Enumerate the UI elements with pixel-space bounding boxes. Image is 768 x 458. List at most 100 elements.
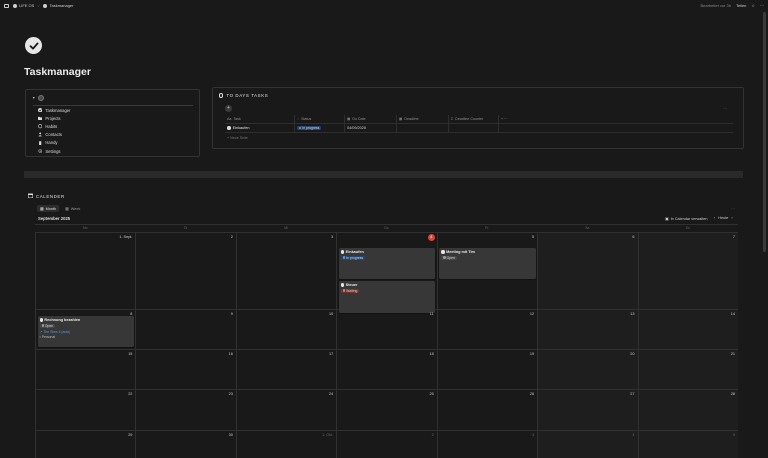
nav-circle-icon bbox=[38, 95, 45, 101]
calendar-day[interactable]: 6 bbox=[537, 233, 638, 309]
status-label: Open bbox=[446, 255, 455, 260]
day-number: 23 bbox=[228, 392, 233, 396]
day-number: 22 bbox=[128, 392, 133, 396]
status-label: Waiting bbox=[346, 288, 358, 293]
calendar-day[interactable]: 23 bbox=[135, 390, 235, 430]
nav-item-label: Habits bbox=[45, 123, 58, 129]
calendar-day[interactable]: 22 bbox=[35, 390, 135, 430]
check-circle-icon bbox=[340, 250, 345, 254]
event-steuer[interactable]: Steuer Waiting bbox=[338, 281, 436, 313]
calendar-day[interactable]: 11 bbox=[336, 310, 436, 349]
calendar-day[interactable]: 24 bbox=[235, 390, 336, 430]
event-relation-link[interactable]: ↗ The Sims 4 (auto) bbox=[40, 330, 132, 334]
do-date-cell[interactable]: 04/09/2025 bbox=[345, 124, 397, 132]
nav-item-taskmanager[interactable]: Taskmanager bbox=[33, 106, 193, 114]
calendar-day[interactable]: 9 bbox=[135, 310, 235, 349]
tab-week[interactable]: ▦ Week bbox=[62, 205, 83, 212]
nav-item-settings[interactable]: Settings bbox=[33, 147, 193, 155]
calendar-day[interactable]: 27 bbox=[537, 390, 638, 430]
nav-item-habits[interactable]: Habits bbox=[33, 122, 193, 130]
calendar-day[interactable]: 3 bbox=[436, 431, 537, 458]
status-cell[interactable]: In progress bbox=[295, 124, 345, 132]
task-cell[interactable]: Einkaufen bbox=[225, 124, 295, 132]
calendar-day[interactable]: 15 bbox=[35, 350, 135, 389]
calendar-day[interactable]: 5 Meeting mit Tim Open bbox=[436, 233, 537, 309]
day-number: 27 bbox=[630, 392, 635, 396]
toggle-triangle-icon[interactable]: ▼ bbox=[32, 96, 35, 100]
add-task-button[interactable]: + bbox=[225, 105, 232, 112]
day-number: 2 bbox=[431, 433, 434, 437]
calendar-day[interactable]: 2 bbox=[336, 431, 436, 458]
calendar-day[interactable]: 30 bbox=[135, 431, 235, 458]
chevron-left-icon[interactable]: ‹ bbox=[714, 216, 715, 220]
col-status[interactable]: ◌ Status bbox=[295, 115, 345, 123]
event-rechnung-bezahlen[interactable]: Rechnung bezahlen Open ↗ The Sims 4 (auto… bbox=[37, 316, 134, 347]
calendar-day[interactable]: 29 bbox=[35, 431, 135, 458]
calendar-day[interactable]: 26 bbox=[436, 390, 537, 430]
calendar-day[interactable]: 1. Okt. bbox=[235, 431, 336, 458]
status-dot-icon bbox=[443, 256, 446, 259]
calendar-day[interactable]: 4 bbox=[537, 431, 638, 458]
calendar-day[interactable]: 4 Einkaufen In progress Steuer Waiting bbox=[336, 233, 436, 313]
more-icon[interactable]: ⋯ bbox=[760, 3, 764, 8]
breadcrumb-taskmanager[interactable]: Taskmanager bbox=[43, 3, 73, 8]
table-row[interactable]: Einkaufen In progress 04/09/2025 bbox=[225, 124, 733, 133]
more-icon[interactable]: ⋯ bbox=[723, 106, 727, 111]
page-scrollbar[interactable] bbox=[763, 12, 766, 252]
sidebar-toggle-icon[interactable] bbox=[4, 3, 9, 8]
event-title: Meeting mit Tim bbox=[446, 250, 475, 254]
nav-item-handy[interactable]: Handy bbox=[33, 139, 193, 147]
page-icon[interactable] bbox=[25, 37, 42, 54]
day-number: 6 bbox=[632, 235, 635, 239]
calendar-day[interactable]: 5 bbox=[637, 431, 738, 458]
breadcrumb-lifeos[interactable]: LIFE OS bbox=[13, 3, 34, 8]
event-einkaufen[interactable]: Einkaufen In progress bbox=[338, 248, 436, 279]
calendar-day[interactable]: 14 bbox=[637, 310, 738, 349]
status-tag: In progress bbox=[340, 255, 366, 261]
status-label: In progress bbox=[302, 125, 320, 130]
calendar-day[interactable]: 19 bbox=[436, 350, 537, 389]
day-number: 28 bbox=[730, 392, 735, 396]
calendar-title: CALENDER bbox=[36, 193, 65, 199]
calendar-day[interactable]: 12 bbox=[436, 310, 537, 349]
star-icon[interactable]: ☆ bbox=[751, 3, 755, 8]
calendar-week: 15 16 17 18 19 20 21 bbox=[35, 349, 738, 389]
day-number: 18 bbox=[429, 352, 434, 356]
today-button[interactable]: Heute bbox=[718, 216, 728, 220]
calendar-day[interactable]: 17 bbox=[235, 350, 336, 389]
deadline-cell[interactable] bbox=[397, 124, 449, 132]
nav-item-contacts[interactable]: Contacts bbox=[33, 131, 193, 139]
add-column-button[interactable]: + ⋯ bbox=[499, 115, 515, 123]
calendar-day[interactable]: 2 bbox=[135, 233, 235, 309]
calendar-day[interactable]: 1. Sept. bbox=[35, 233, 135, 309]
chevron-right-icon[interactable]: › bbox=[731, 216, 732, 220]
calendar-more-icon[interactable]: ⋯ bbox=[731, 206, 735, 211]
calendar-day[interactable]: 16 bbox=[135, 350, 235, 389]
calendar-day[interactable]: 18 bbox=[336, 350, 436, 389]
share-button[interactable]: Teilen bbox=[736, 3, 746, 8]
day-number: 13 bbox=[630, 312, 635, 316]
open-in-calendar-button[interactable]: ▣ In Calendar verwalten bbox=[665, 216, 708, 222]
calendar-day[interactable]: 13 bbox=[537, 310, 638, 349]
calendar-day[interactable]: 28 bbox=[637, 390, 738, 430]
calendar-day[interactable]: 3 bbox=[235, 233, 336, 309]
tab-month[interactable]: ▦ Month bbox=[37, 205, 60, 212]
calendar-day[interactable]: 21 bbox=[637, 350, 738, 389]
calendar-day[interactable]: 20 bbox=[537, 350, 638, 389]
event-meeting-mit-tim[interactable]: Meeting mit Tim Open bbox=[439, 248, 536, 279]
col-do-date[interactable]: ▦ Do Date bbox=[345, 115, 397, 123]
calendar-day[interactable]: 10 bbox=[235, 310, 336, 349]
calendar-day[interactable]: 25 bbox=[336, 390, 436, 430]
col-deadline[interactable]: ▦ Deadline bbox=[397, 115, 449, 123]
deadline-counter-cell[interactable] bbox=[449, 124, 499, 132]
col-deadline-counter[interactable]: Σ Deadline Counter bbox=[449, 115, 499, 123]
open-in-calendar-label: In Calendar verwalten bbox=[670, 216, 708, 221]
col-task[interactable]: Aa Task bbox=[225, 115, 295, 123]
nav-item-projects[interactable]: Projects bbox=[33, 114, 193, 122]
new-page-button[interactable]: + Neue Seite bbox=[227, 136, 248, 140]
calendar-week: 8 Rechnung bezahlen Open ↗ The Sims 4 (au… bbox=[35, 309, 738, 349]
day-number: 3 bbox=[531, 433, 535, 437]
area-label: Personal bbox=[41, 335, 56, 340]
calendar-day[interactable]: 7 bbox=[637, 233, 738, 309]
calendar-day[interactable]: 8 Rechnung bezahlen Open ↗ The Sims 4 (au… bbox=[35, 310, 135, 349]
